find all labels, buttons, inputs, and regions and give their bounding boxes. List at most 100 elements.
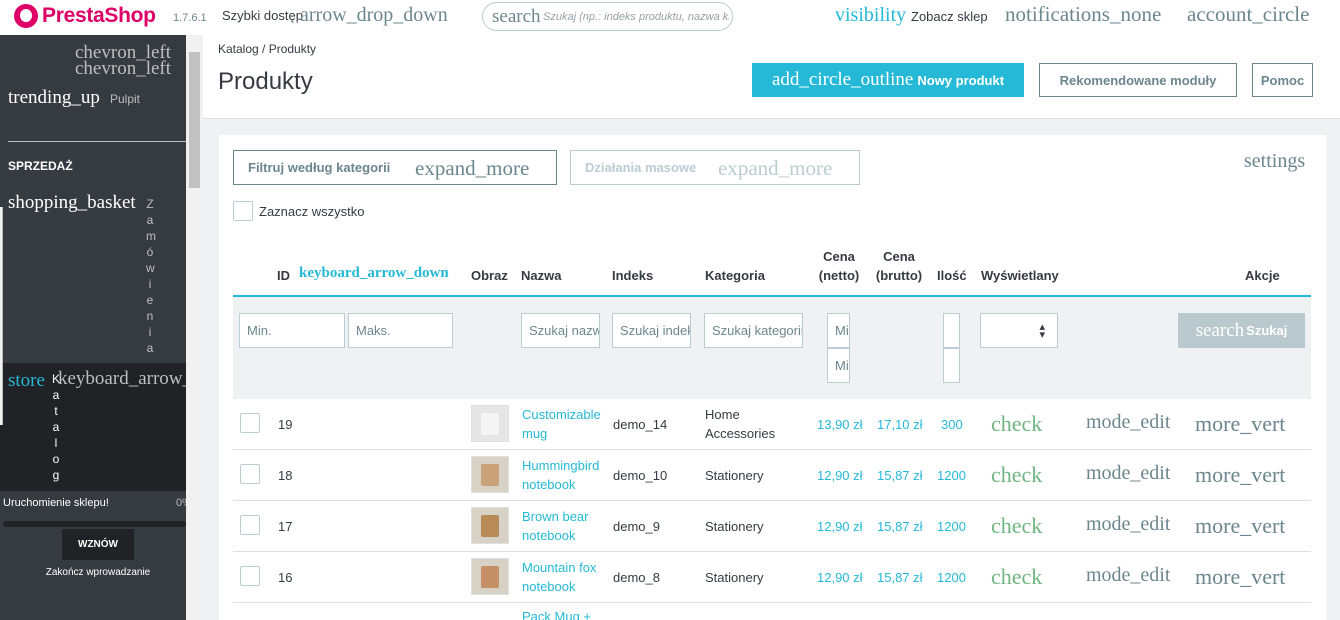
end-onboarding-link[interactable]: Zakończ wprowadzanie (0, 567, 186, 578)
help-button[interactable]: Pomoc (1252, 63, 1313, 97)
select-all[interactable]: Zaznacz wszystko (233, 201, 364, 221)
header-category[interactable]: Kategoria (705, 268, 765, 283)
table-row[interactable]: 16 Mountain fox notebook demo_8 Statione… (233, 552, 1311, 603)
cell-price-net[interactable]: 12,90 zł (817, 468, 863, 483)
filter-name[interactable] (521, 313, 600, 348)
check-icon[interactable]: check (991, 564, 1042, 590)
edit-icon[interactable]: mode_edit (1086, 513, 1170, 536)
row-checkbox[interactable] (240, 464, 260, 484)
product-image (481, 463, 499, 486)
search-icon[interactable]: search (492, 6, 541, 28)
row-checkbox[interactable] (240, 413, 260, 433)
edit-icon[interactable]: mode_edit (1086, 462, 1170, 485)
product-thumbnail[interactable] (471, 507, 509, 544)
product-image (481, 412, 499, 435)
filter-category-label: Filtruj według kategorii (248, 160, 391, 175)
check-icon[interactable]: check (991, 462, 1042, 488)
filter-category[interactable] (704, 313, 803, 348)
filter-search-button[interactable]: search Szukaj (1178, 313, 1305, 348)
header-reference[interactable]: Indeks (612, 268, 653, 283)
product-image (481, 565, 499, 588)
cell-quantity[interactable]: 1200 (937, 519, 966, 534)
cell-price-gross[interactable]: 15,87 zł (877, 468, 923, 483)
header-status[interactable]: Wyświetlany (981, 268, 1059, 283)
row-checkbox[interactable] (240, 566, 260, 586)
filter-row: ▴▾ search Szukaj (233, 297, 1311, 399)
cell-price-net[interactable]: 12,90 zł (817, 570, 863, 585)
header-price-net-line1: Cena (823, 249, 855, 264)
filter-id-max[interactable] (348, 313, 453, 348)
check-icon[interactable]: check (991, 411, 1042, 437)
cell-price-gross[interactable]: 15,87 zł (877, 519, 923, 534)
cell-quantity[interactable]: 300 (941, 417, 963, 432)
new-product-button[interactable]: add_circle_outline Nowy produkt (752, 63, 1024, 97)
sidebar-item-label: Katalog (52, 372, 61, 482)
more-vert-icon[interactable]: more_vert (1195, 513, 1285, 539)
add-circle-outline-icon: add_circle_outline (771, 69, 914, 90)
header-quantity[interactable]: Ilość (937, 268, 967, 283)
table-row[interactable]: 19 Customizable mug demo_14 Home Accesso… (233, 399, 1311, 450)
more-vert-icon[interactable]: more_vert (1195, 462, 1285, 488)
quick-access-link[interactable]: Szybki dostęp (222, 8, 303, 23)
product-thumbnail[interactable] (471, 558, 509, 595)
filter-price-min[interactable] (827, 313, 850, 348)
cell-price-gross[interactable]: 17,10 zł (877, 417, 923, 432)
filter-quantity-min[interactable] (943, 313, 960, 348)
header-id[interactable]: ID (277, 268, 290, 283)
resume-onboarding-button[interactable]: WZNÓW (62, 529, 134, 560)
cell-name[interactable]: Brown bear notebook (522, 507, 588, 545)
cell-category-line2: Accessories (705, 426, 776, 441)
sidebar-scrollbar-thumb[interactable] (189, 52, 200, 188)
edit-icon[interactable]: mode_edit (1086, 411, 1170, 434)
settings-icon[interactable]: settings (1244, 150, 1305, 173)
cell-name[interactable]: Mountain fox notebook (522, 558, 596, 596)
filter-quantity-max[interactable] (943, 348, 960, 383)
sidebar-item-dashboard[interactable]: trending_up Pulpit (8, 87, 140, 109)
cell-name[interactable]: Pack Mug + (522, 609, 591, 620)
filter-status-select[interactable]: ▴ ▾ (980, 313, 1058, 348)
sidebar-item-orders[interactable]: shopping_basket (8, 192, 136, 214)
cell-price-gross[interactable]: 15,87 zł (877, 570, 923, 585)
header-price-gross[interactable]: Cena (brutto) (874, 247, 924, 285)
account-icon[interactable]: account_circle (1187, 2, 1309, 27)
sort-arrow-icon[interactable]: keyboard_arrow_down (299, 265, 449, 282)
recommended-modules-button[interactable]: Rekomendowane moduły (1039, 63, 1237, 97)
table-row-partial[interactable]: Pack Mug + (233, 603, 1311, 620)
cell-price-net[interactable]: 13,90 zł (817, 417, 863, 432)
edit-icon[interactable]: mode_edit (1086, 564, 1170, 587)
notifications-icon[interactable]: notifications_none (1005, 2, 1161, 27)
filter-id-min[interactable] (239, 313, 345, 348)
visibility-icon[interactable]: visibility (835, 4, 906, 27)
more-vert-icon[interactable]: more_vert (1195, 411, 1285, 437)
sidebar-item-catalog[interactable]: store keyboard_arrow_down Katalog (0, 363, 186, 491)
cell-category-line1: Home (705, 407, 740, 422)
prestashop-logo[interactable]: PrestaShop (14, 4, 156, 28)
sidebar-item-label[interactable]: Zamówienia (146, 196, 156, 356)
breadcrumb[interactable]: Katalog / Produkty (218, 42, 316, 56)
header-name[interactable]: Nazwa (521, 268, 561, 283)
table-row[interactable]: 17 Brown bear notebook demo_9 Stationery… (233, 501, 1311, 552)
cell-name-line1: Customizable (522, 407, 601, 422)
search-input[interactable] (543, 8, 729, 26)
cell-quantity[interactable]: 1200 (937, 570, 966, 585)
more-vert-icon[interactable]: more_vert (1195, 564, 1285, 590)
check-icon[interactable]: check (991, 513, 1042, 539)
header-price-net[interactable]: Cena (netto) (817, 247, 861, 285)
arrow-drop-down-icon[interactable]: arrow_drop_down (300, 4, 448, 27)
cell-price-net[interactable]: 12,90 zł (817, 519, 863, 534)
bulk-actions-dropdown[interactable]: Działania masowe expand_more (570, 150, 860, 185)
product-thumbnail[interactable] (471, 405, 509, 442)
cell-name[interactable]: Hummingbird notebook (522, 456, 599, 494)
view-shop-link[interactable]: Zobacz sklep (911, 9, 988, 24)
table-row[interactable]: 18 Hummingbird notebook demo_10 Statione… (233, 450, 1311, 501)
select-all-checkbox[interactable] (233, 201, 253, 221)
filter-category-dropdown[interactable]: Filtruj według kategorii expand_more (233, 150, 557, 185)
cell-name-line2: notebook (522, 579, 576, 594)
filter-reference[interactable] (612, 313, 691, 348)
collapse-sidebar-button[interactable]: chevron_left chevron_left (75, 43, 171, 78)
row-checkbox[interactable] (240, 515, 260, 535)
cell-quantity[interactable]: 1200 (937, 468, 966, 483)
product-thumbnail[interactable] (471, 456, 509, 493)
cell-name[interactable]: Customizable mug (522, 405, 601, 443)
filter-price-max[interactable] (827, 348, 850, 383)
